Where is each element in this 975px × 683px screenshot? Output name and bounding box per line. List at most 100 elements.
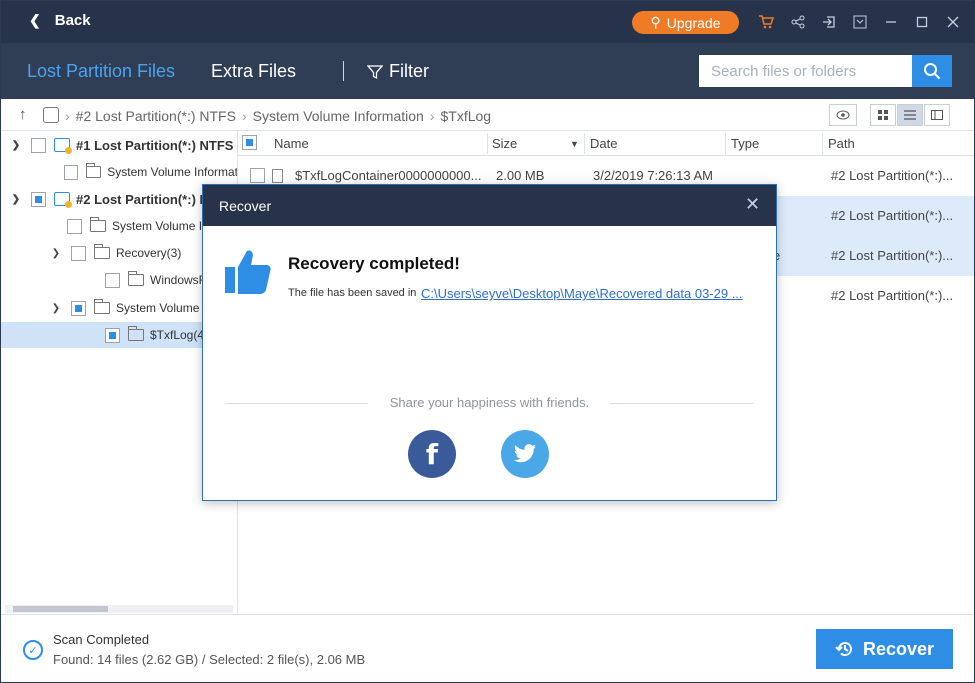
saved-path-link[interactable]: C:\Users\seyve\Desktop\Maye\Recovered da… bbox=[421, 286, 743, 301]
search-button[interactable] bbox=[912, 55, 952, 87]
tree-checkbox[interactable] bbox=[71, 245, 86, 261]
status-bar: ✓ Scan Completed Found: 14 files (2.62 G… bbox=[1, 614, 974, 682]
dialog-heading: Recovery completed! bbox=[288, 254, 460, 273]
tab-divider bbox=[343, 61, 344, 81]
tree-checkbox[interactable] bbox=[105, 327, 120, 343]
facebook-icon: f bbox=[425, 437, 439, 471]
maximize-icon[interactable] bbox=[912, 12, 932, 32]
twitter-icon bbox=[514, 444, 536, 463]
column-size[interactable]: Size bbox=[492, 136, 517, 151]
breadcrumb-separator: › bbox=[429, 108, 435, 124]
search-input[interactable] bbox=[699, 55, 912, 87]
tree-item-label: #2 Lost Partition(*:) N bbox=[76, 191, 209, 207]
title-bar: ❮ Back ⚲ Upgrade bbox=[1, 1, 974, 43]
tree-horizontal-scrollbar[interactable] bbox=[5, 605, 233, 613]
filter-icon bbox=[367, 64, 383, 79]
tree-item-label: System Volume In bbox=[112, 219, 209, 233]
row-date: 3/2/2019 7:26:13 AM bbox=[593, 168, 713, 183]
tree-checkbox[interactable] bbox=[63, 164, 79, 180]
back-button[interactable]: ❮ Back bbox=[29, 12, 91, 29]
folder-icon bbox=[128, 271, 144, 286]
chevron-down-icon[interactable]: ❯ bbox=[9, 140, 23, 151]
select-all-checkbox[interactable] bbox=[242, 135, 257, 150]
minimize-icon[interactable] bbox=[881, 12, 901, 32]
grid-view-button[interactable] bbox=[870, 104, 896, 126]
status-info: Found: 14 files (2.62 GB) / Selected: 2 … bbox=[53, 652, 366, 667]
dialog-close-icon[interactable]: ✕ bbox=[745, 194, 760, 215]
row-path: #2 Lost Partition(*:)... bbox=[831, 248, 954, 263]
menu-icon[interactable] bbox=[850, 12, 870, 32]
tree-item-system-volume[interactable]: System Volume Informat bbox=[1, 159, 237, 185]
folder-icon bbox=[128, 326, 144, 341]
column-header: Name Size ▼ Date Type Path bbox=[238, 131, 974, 156]
partition-drive-icon bbox=[54, 138, 72, 154]
divider bbox=[225, 403, 368, 404]
share-text: Share your happiness with friends. bbox=[389, 395, 590, 410]
tree-checkbox[interactable] bbox=[31, 191, 46, 207]
recover-button[interactable]: Recover bbox=[816, 629, 953, 669]
filter-button[interactable]: Filter bbox=[367, 61, 429, 82]
folder-icon bbox=[90, 217, 106, 232]
login-icon[interactable] bbox=[819, 12, 839, 32]
dialog-header: Recover ✕ bbox=[203, 185, 776, 226]
twitter-share-button[interactable] bbox=[501, 430, 549, 478]
row-size: 2.00 MB bbox=[496, 168, 545, 183]
tab-bar: Lost Partition Files Extra Files Filter bbox=[1, 43, 974, 99]
dialog-title: Recover bbox=[219, 198, 272, 214]
partition-drive-icon bbox=[54, 192, 72, 208]
column-divider bbox=[725, 133, 726, 154]
row-path: #2 Lost Partition(*:)... bbox=[831, 168, 954, 183]
column-divider bbox=[822, 133, 823, 154]
row-path: #2 Lost Partition(*:)... bbox=[831, 208, 954, 223]
tab-extra-files[interactable]: Extra Files bbox=[211, 61, 296, 82]
column-type[interactable]: Type bbox=[731, 136, 759, 151]
breadcrumb-separator: › bbox=[241, 108, 247, 124]
upgrade-label: Upgrade bbox=[666, 14, 721, 31]
upgrade-button[interactable]: ⚲ Upgrade bbox=[632, 11, 739, 34]
close-icon[interactable] bbox=[943, 12, 963, 32]
chevron-down-icon[interactable]: ❯ bbox=[9, 194, 23, 205]
breadcrumb-item[interactable]: #2 Lost Partition(*:) NTFS bbox=[76, 108, 236, 124]
column-divider bbox=[584, 133, 585, 154]
eye-icon bbox=[836, 110, 850, 120]
key-icon: ⚲ bbox=[650, 14, 661, 30]
preview-eye-button[interactable] bbox=[829, 104, 857, 126]
share-icon[interactable] bbox=[788, 12, 808, 32]
tree-item-label: System Volume In bbox=[116, 301, 213, 315]
tab-lost-partition-files[interactable]: Lost Partition Files bbox=[27, 61, 175, 82]
tree-checkbox[interactable] bbox=[105, 272, 120, 288]
column-name[interactable]: Name bbox=[274, 136, 309, 151]
breadcrumb-separator: › bbox=[65, 108, 70, 124]
tree-item-partition-1[interactable]: ❯ #1 Lost Partition(*:) NTFS bbox=[1, 132, 237, 158]
app-window: ❮ Back ⚲ Upgrade Lost Partition Files Ex… bbox=[0, 0, 975, 683]
recover-history-icon bbox=[835, 642, 852, 657]
scrollbar-thumb[interactable] bbox=[13, 606, 108, 612]
facebook-share-button[interactable]: f bbox=[408, 430, 456, 478]
divider bbox=[610, 403, 753, 404]
row-checkbox[interactable] bbox=[250, 168, 265, 183]
recover-dialog: Recover ✕ Recovery completed! The file h… bbox=[202, 184, 777, 501]
row-path: #2 Lost Partition(*:)... bbox=[831, 288, 954, 303]
list-view-button[interactable] bbox=[897, 104, 923, 126]
chevron-left-icon: ❮ bbox=[29, 12, 41, 28]
up-arrow-icon[interactable]: ↑ bbox=[19, 106, 27, 123]
folder-icon bbox=[94, 299, 110, 314]
check-circle-icon: ✓ bbox=[23, 640, 43, 660]
sort-desc-icon[interactable]: ▼ bbox=[570, 139, 579, 149]
column-date[interactable]: Date bbox=[590, 136, 617, 151]
column-path[interactable]: Path bbox=[828, 136, 855, 151]
row-name: $TxfLogContainer0000000000... bbox=[295, 168, 482, 183]
breadcrumb-item[interactable]: $TxfLog bbox=[440, 108, 491, 124]
cart-icon[interactable] bbox=[756, 12, 776, 32]
saved-label: The file has been saved in bbox=[288, 287, 417, 299]
tree-checkbox[interactable] bbox=[31, 137, 46, 153]
tree-checkbox[interactable] bbox=[67, 218, 82, 234]
chevron-down-icon[interactable]: ❯ bbox=[49, 248, 63, 259]
detail-view-button[interactable] bbox=[924, 104, 950, 126]
tree-checkbox[interactable] bbox=[71, 300, 86, 316]
breadcrumb-item[interactable]: System Volume Information bbox=[253, 108, 424, 124]
back-label: Back bbox=[54, 12, 91, 29]
chevron-down-icon[interactable]: ❯ bbox=[49, 303, 63, 314]
recover-label: Recover bbox=[862, 638, 935, 659]
tree-item-label: #1 Lost Partition(*:) NTFS bbox=[76, 137, 234, 153]
